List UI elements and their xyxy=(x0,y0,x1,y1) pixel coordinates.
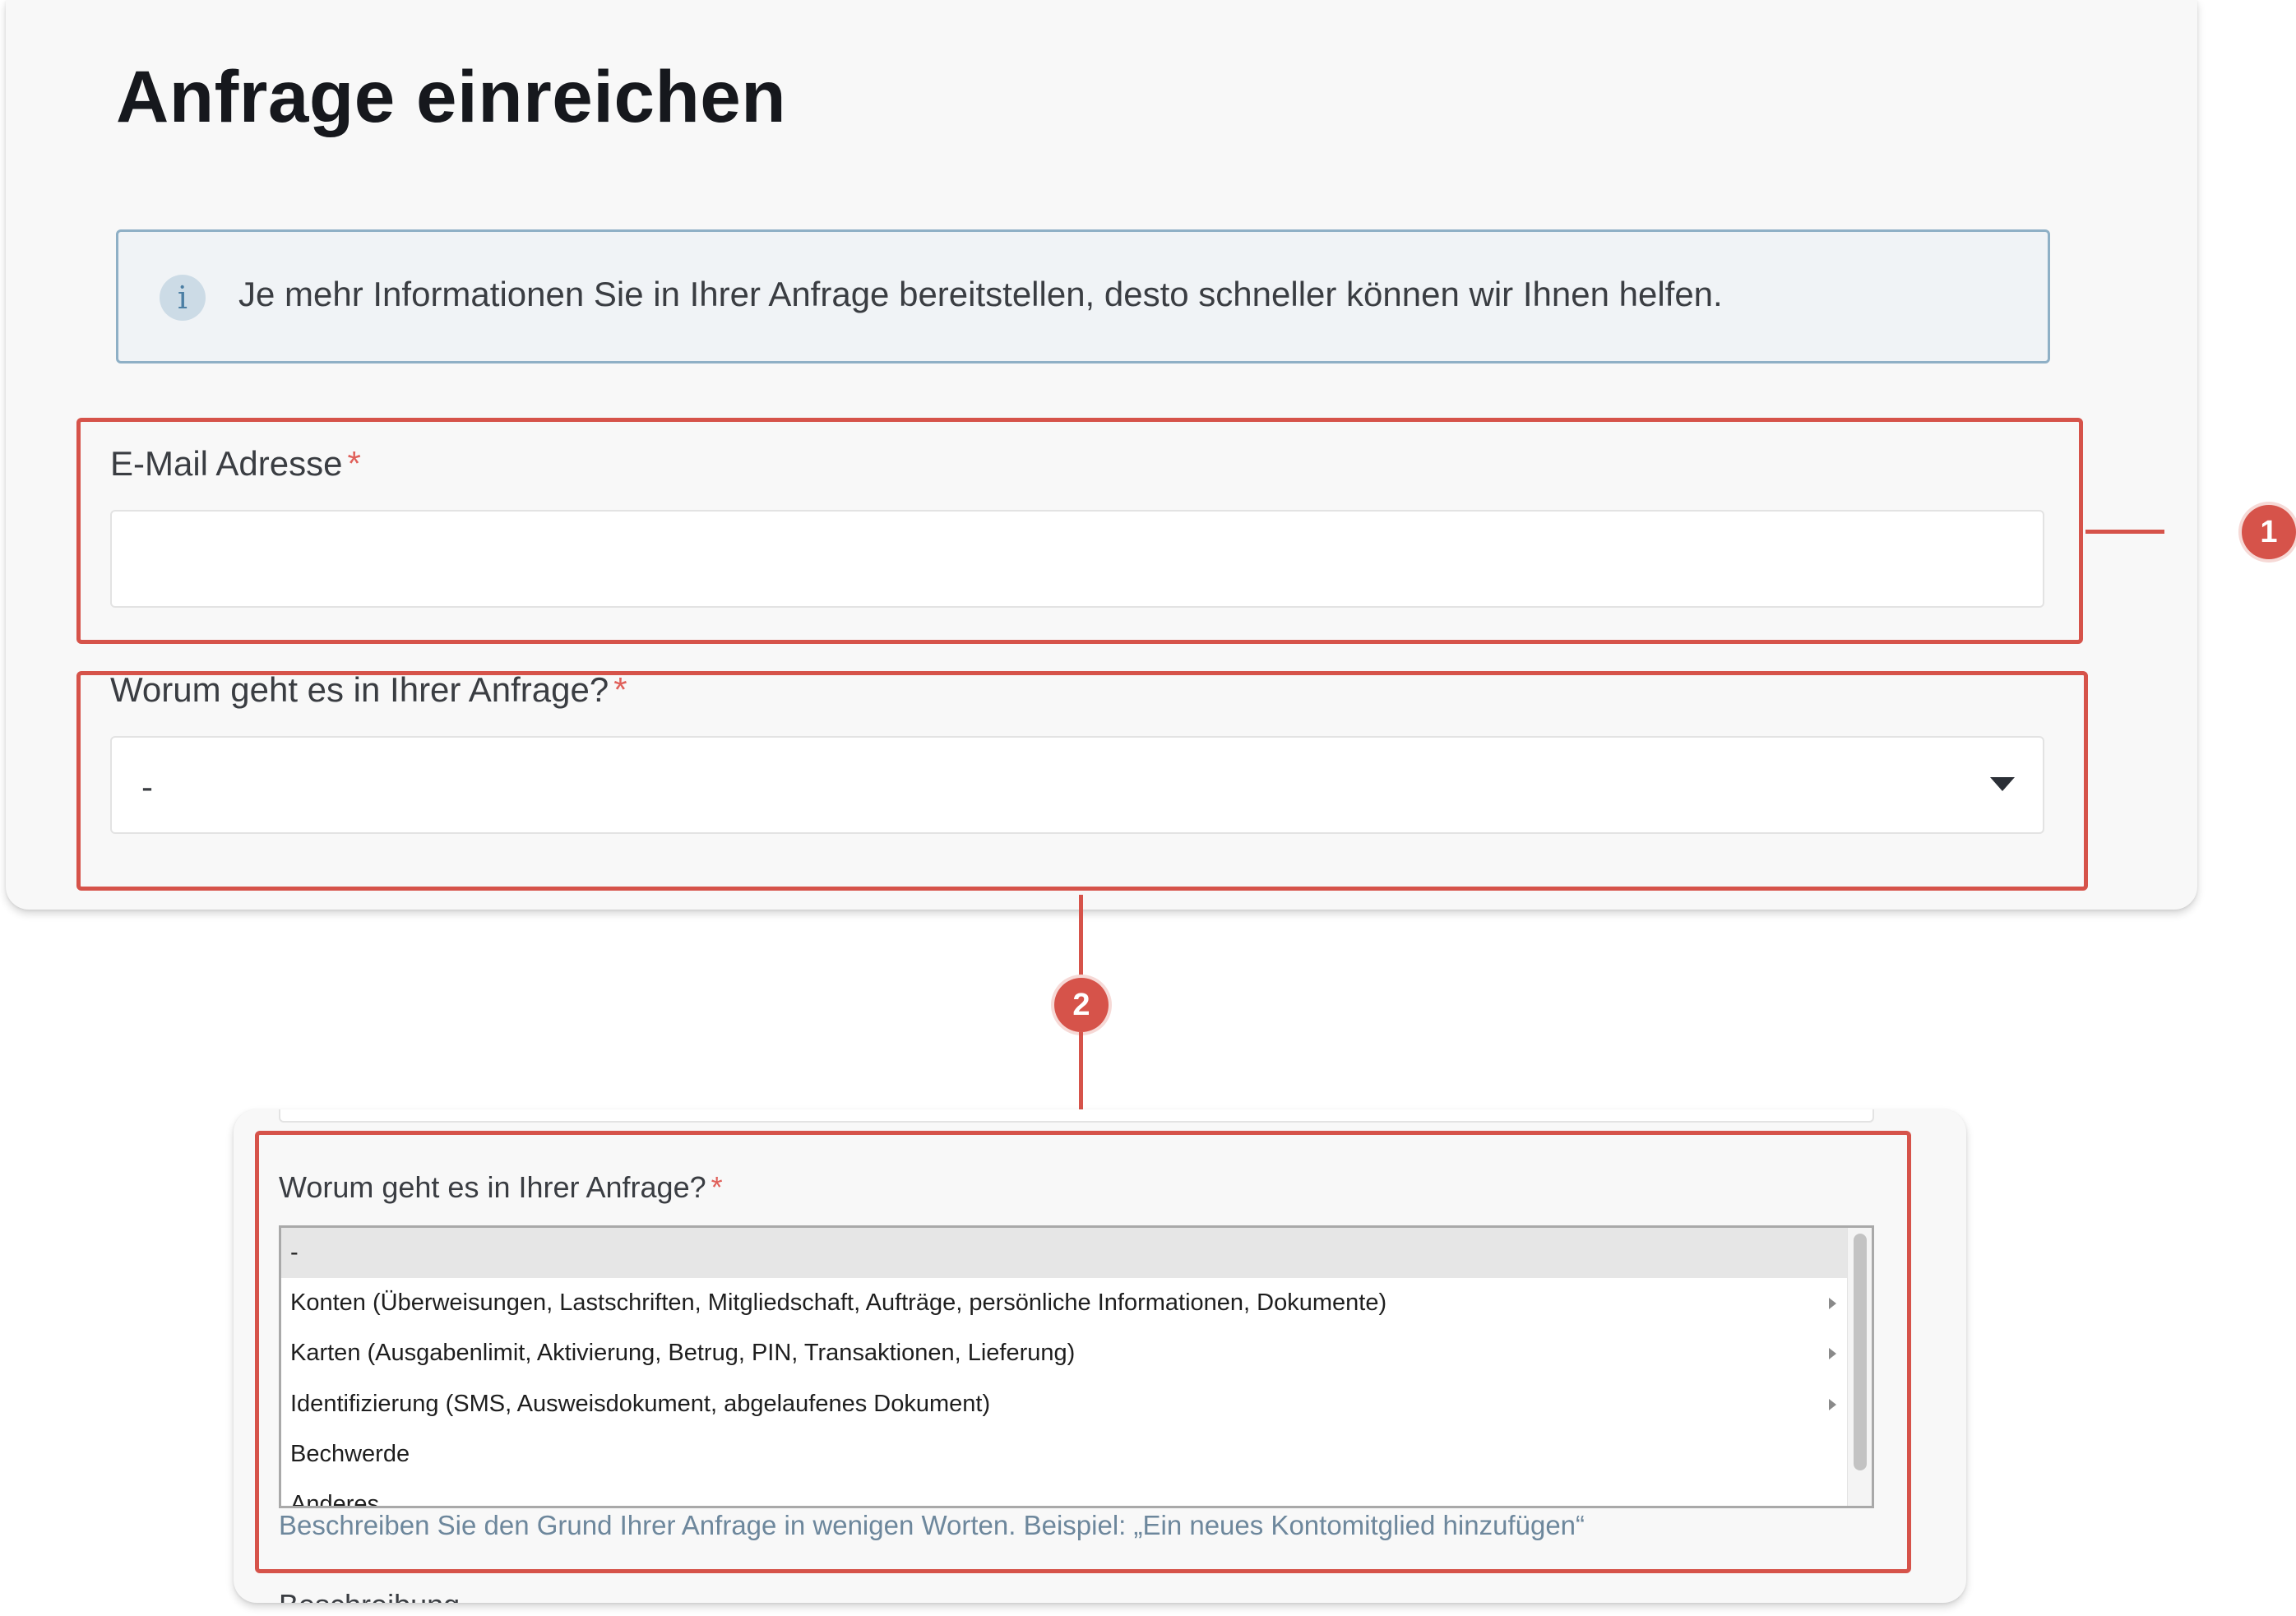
previous-field-stub xyxy=(279,1109,1874,1123)
info-banner-text: Je mehr Informationen Sie in Ihrer Anfra… xyxy=(238,275,1723,313)
info-icon: i xyxy=(160,275,206,321)
highlight-email-field xyxy=(76,418,2083,644)
description-label-partial: Beschreibung xyxy=(279,1588,460,1603)
annotation-badge-1: 1 xyxy=(2242,505,2296,559)
highlight-topic-field xyxy=(76,671,2088,891)
connector-line-1 xyxy=(2085,530,2164,534)
page-title: Anfrage einreichen xyxy=(116,55,787,137)
connector-line-2-top xyxy=(1079,895,1083,977)
annotation-badge-2: 2 xyxy=(1054,978,1109,1032)
highlight-topic-dropdown-expanded xyxy=(255,1131,1911,1573)
info-banner: i Je mehr Informationen Sie in Ihrer Anf… xyxy=(116,229,2050,363)
